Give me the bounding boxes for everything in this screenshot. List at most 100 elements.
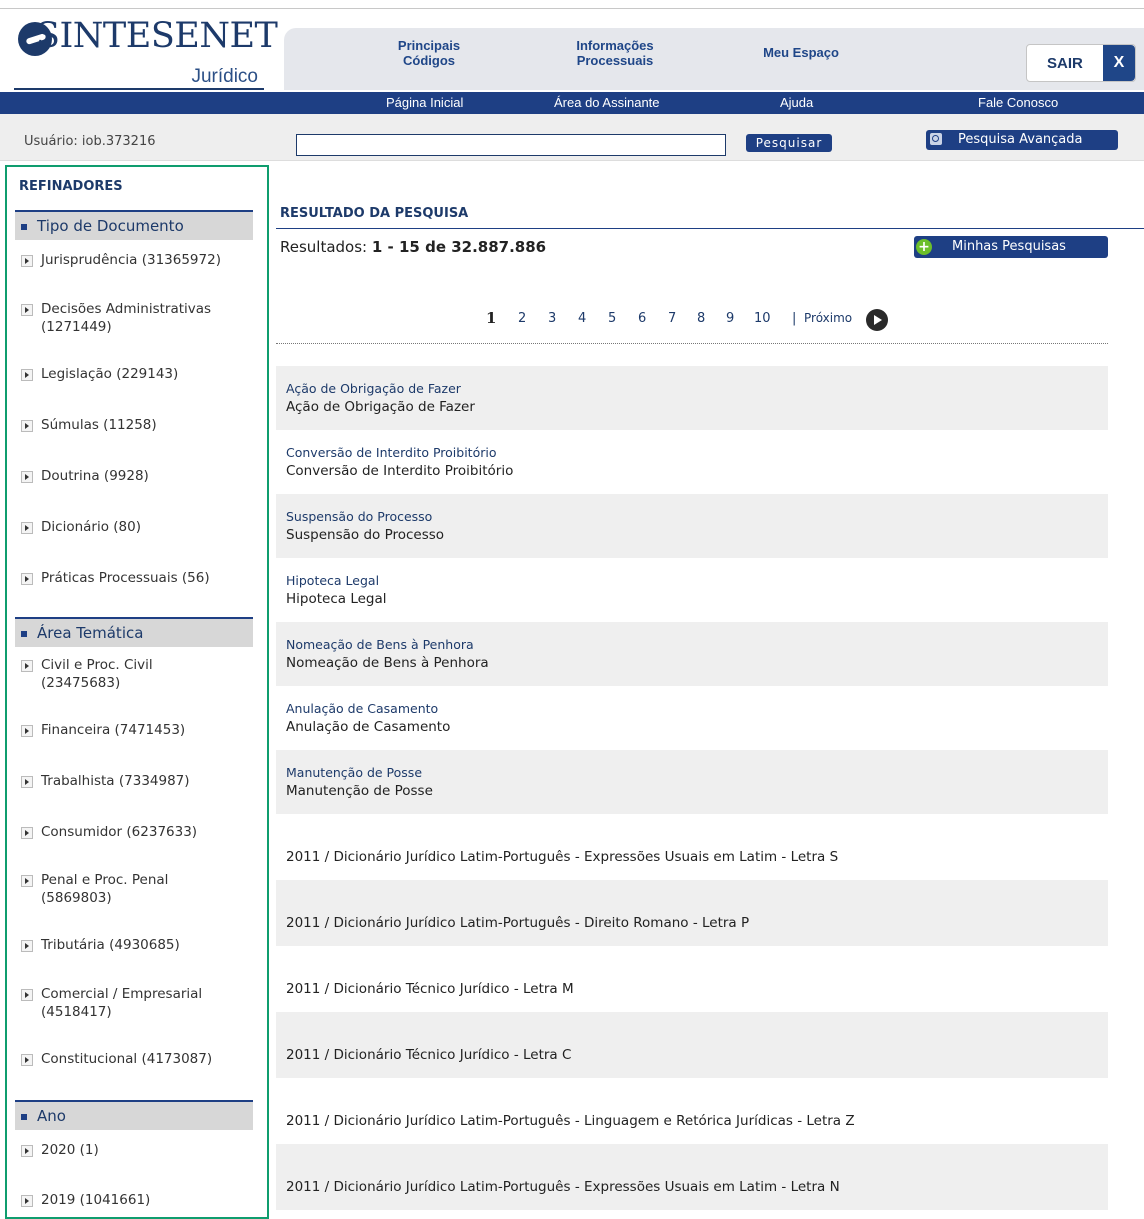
result-row[interactable]: 2011 / Dicionário Jurídico Latim-Portugu… — [276, 814, 1108, 878]
nav-informacoes-processuais[interactable]: Informações Processuais — [552, 38, 678, 68]
expand-arrow-icon — [21, 827, 33, 839]
expand-arrow-icon — [21, 369, 33, 381]
result-link[interactable]: Nomeação de Bens à Penhora — [286, 637, 474, 652]
result-title[interactable]: 2011 / Dicionário Técnico Jurídico - Let… — [286, 1047, 571, 1063]
user-info: Usuário: iob.373216 — [24, 134, 156, 149]
logout-label: SAIR — [1047, 55, 1083, 72]
plus-icon: + — [916, 239, 932, 255]
result-link[interactable]: Conversão de Interdito Proibitório — [286, 445, 497, 460]
pagination-divider — [276, 343, 1108, 344]
refiner-2019[interactable]: 2019 (1041661) — [21, 1191, 251, 1209]
page-link[interactable]: 4 — [578, 311, 586, 326]
bullet-icon — [21, 1114, 27, 1120]
refiner-label: Decisões Administrativas — [41, 301, 212, 317]
expand-arrow-icon — [21, 471, 33, 483]
result-row[interactable]: 2011 / Dicionário Jurídico Latim-Portugu… — [276, 1144, 1108, 1210]
refiner-legislacao[interactable]: Legislação (229143) — [21, 365, 251, 383]
result-title[interactable]: 2011 / Dicionário Jurídico Latim-Portugu… — [286, 915, 749, 931]
link-ajuda[interactable]: Ajuda — [780, 95, 813, 110]
result-title[interactable]: 2011 / Dicionário Jurídico Latim-Portugu… — [286, 849, 838, 865]
result-title[interactable]: 2011 / Dicionário Jurídico Latim-Portugu… — [286, 1179, 840, 1195]
link-fale-conosco[interactable]: Fale Conosco — [978, 95, 1058, 110]
page-link[interactable]: 10 — [754, 311, 771, 326]
result-row[interactable]: 2011 / Dicionário Jurídico Latim-Portugu… — [276, 1078, 1108, 1144]
result-link[interactable]: Hipoteca Legal — [286, 573, 379, 588]
page-link[interactable]: 6 — [638, 311, 646, 326]
result-row[interactable]: 2011 / Dicionário Técnico Jurídico - Let… — [276, 946, 1108, 1012]
section-tipo-documento[interactable]: Tipo de Documento — [15, 210, 253, 240]
refiner-trabalhista[interactable]: Trabalhista (7334987) — [21, 772, 251, 790]
link-area-assinante[interactable]: Área do Assinante — [554, 95, 660, 110]
my-searches-button[interactable]: + Minhas Pesquisas — [914, 236, 1108, 258]
result-row[interactable]: 2011 / Dicionário Técnico Jurídico - Let… — [276, 1012, 1108, 1078]
refiner-label: Comercial / Empresarial — [41, 986, 203, 1002]
refiner-sumulas[interactable]: Súmulas (11258) — [21, 416, 251, 434]
expand-arrow-icon — [21, 1054, 33, 1066]
nav-meu-espaco[interactable]: Meu Espaço — [746, 45, 856, 60]
section-ano[interactable]: Ano — [15, 1100, 253, 1130]
page-link[interactable]: 3 — [548, 311, 556, 326]
page-link[interactable]: 9 — [726, 311, 734, 326]
result-title[interactable]: 2011 / Dicionário Jurídico Latim-Portugu… — [286, 1113, 855, 1129]
refiner-count: (1271449) — [41, 319, 112, 335]
refiner-jurisprudencia[interactable]: Jurisprudência (31365972) — [21, 251, 251, 269]
result-link[interactable]: Suspensão do Processo — [286, 509, 432, 524]
page-link[interactable]: 2 — [518, 311, 526, 326]
refiner-penal[interactable]: Penal e Proc. Penal (5869803) — [21, 871, 251, 907]
link-pagina-inicial[interactable]: Página Inicial — [386, 95, 463, 110]
refiner-label: Civil e Proc. Civil — [41, 657, 153, 673]
refiner-praticas-processuais[interactable]: Práticas Processuais (56) — [21, 569, 251, 587]
next-page-link[interactable]: Próximo — [804, 311, 852, 325]
refiner-decisoes-administrativas[interactable]: Decisões Administrativas (1271449) — [21, 300, 251, 336]
result-description: Manutenção de Posse — [286, 783, 433, 799]
page-link[interactable]: 8 — [697, 311, 705, 326]
nav-label: Informações — [576, 38, 654, 53]
result-title[interactable]: 2011 / Dicionário Técnico Jurídico - Let… — [286, 981, 574, 997]
advanced-search-button[interactable]: Pesquisa Avançada — [926, 130, 1118, 150]
result-row: Nomeação de Bens à Penhora Nomeação de B… — [276, 622, 1108, 686]
expand-arrow-icon — [21, 660, 33, 672]
expand-arrow-icon — [21, 1145, 33, 1157]
logo[interactable]: SINTESENET Jurídico — [14, 14, 278, 90]
refiner-doutrina[interactable]: Doutrina (9928) — [21, 467, 251, 485]
result-row[interactable]: 2011 / Dicionário Jurídico Latim-Portugu… — [276, 880, 1108, 946]
page-link[interactable]: 5 — [608, 311, 616, 326]
refiner-2020[interactable]: 2020 (1) — [21, 1141, 251, 1159]
page-current: 1 — [486, 309, 497, 327]
logo-subtitle: Jurídico — [191, 66, 258, 87]
refiner-financeira[interactable]: Financeira (7471453) — [21, 721, 251, 739]
result-description: Nomeação de Bens à Penhora — [286, 655, 489, 671]
expand-arrow-icon — [21, 255, 33, 267]
refiner-dicionario[interactable]: Dicionário (80) — [21, 518, 251, 536]
refiner-label: Práticas Processuais (56) — [41, 570, 210, 586]
expand-arrow-icon — [21, 1195, 33, 1207]
result-row: Anulação de Casamento Anulação de Casame… — [276, 686, 1108, 750]
logo-brand: SINTESENET — [36, 16, 278, 56]
result-description: Ação de Obrigação de Fazer — [286, 399, 475, 415]
result-link[interactable]: Anulação de Casamento — [286, 701, 438, 716]
refiner-label: Constitucional (4173087) — [41, 1051, 213, 1067]
logout-button[interactable]: SAIR X — [1026, 44, 1136, 82]
nav-principais-codigos[interactable]: Principais Códigos — [374, 38, 484, 68]
result-row: Ação de Obrigação de Fazer Ação de Obrig… — [276, 366, 1108, 430]
section-area-tematica[interactable]: Área Temática — [15, 617, 253, 647]
refiner-tributaria[interactable]: Tributária (4930685) — [21, 936, 251, 954]
result-description: Suspensão do Processo — [286, 527, 445, 543]
result-link[interactable]: Manutenção de Posse — [286, 765, 422, 780]
expand-arrow-icon — [21, 875, 33, 887]
search-button[interactable]: Pesquisar — [746, 134, 832, 152]
refiner-consumidor[interactable]: Consumidor (6237633) — [21, 823, 251, 841]
refiner-comercial[interactable]: Comercial / Empresarial (4518417) — [21, 985, 251, 1021]
refiner-label: Dicionário (80) — [41, 519, 141, 535]
next-arrow-icon[interactable] — [866, 309, 888, 331]
expand-arrow-icon — [21, 420, 33, 432]
refiner-civil[interactable]: Civil e Proc. Civil (23475683) — [21, 656, 251, 692]
expand-arrow-icon — [21, 776, 33, 788]
refiner-label: Consumidor (6237633) — [41, 824, 198, 840]
result-link[interactable]: Ação de Obrigação de Fazer — [286, 381, 461, 396]
expand-arrow-icon — [21, 573, 33, 585]
refiner-constitucional[interactable]: Constitucional (4173087) — [21, 1050, 251, 1068]
page-link[interactable]: 7 — [668, 311, 676, 326]
search-input[interactable] — [296, 134, 726, 156]
results-count: Resultados: 1 - 15 de 32.887.886 — [280, 238, 546, 256]
